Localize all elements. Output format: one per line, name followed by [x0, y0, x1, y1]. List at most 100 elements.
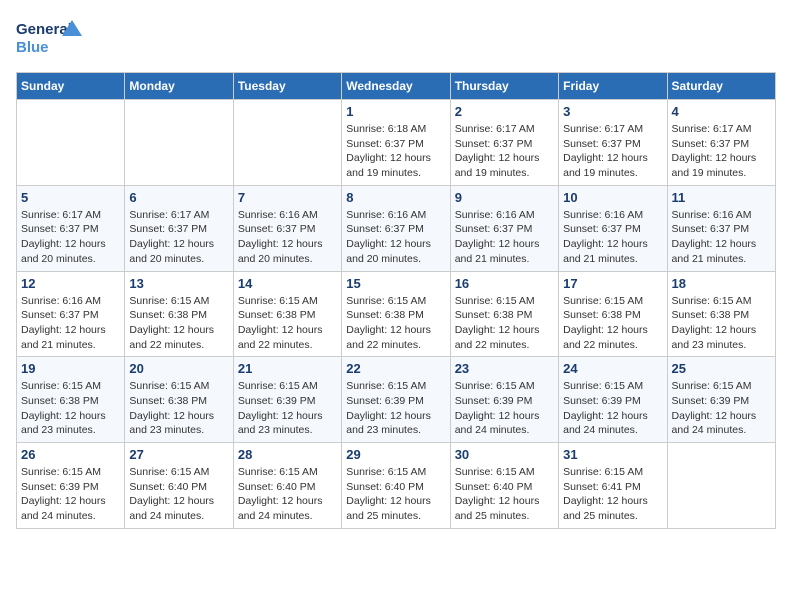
day-number: 4 [672, 104, 771, 119]
calendar-cell [17, 100, 125, 186]
calendar-cell: 10Sunrise: 6:16 AMSunset: 6:37 PMDayligh… [559, 185, 667, 271]
calendar-week-row: 12 Sunrise: 6:16 AMSunset: 6:37 PMDayligh… [17, 271, 776, 357]
calendar-cell: 11 Sunrise: 6:16 AMSunset: 6:37 PMDayligh… [667, 185, 775, 271]
day-number: 5 [21, 190, 120, 205]
calendar-cell: 9 Sunrise: 6:16 AMSunset: 6:37 PMDaylight… [450, 185, 558, 271]
day-info: Sunrise: 6:16 AMSunset: 6:37 PMDaylight:… [563, 208, 662, 267]
calendar-cell: 20 Sunrise: 6:15 AMSunset: 6:38 PMDayligh… [125, 357, 233, 443]
calendar-cell: 6Sunrise: 6:17 AMSunset: 6:37 PMDaylight… [125, 185, 233, 271]
day-info: Sunrise: 6:16 AMSunset: 6:37 PMDaylight:… [455, 208, 554, 267]
day-number: 25 [672, 361, 771, 376]
day-info: Sunrise: 6:15 AMSunset: 6:38 PMDaylight:… [563, 294, 662, 353]
day-info: Sunrise: 6:15 AMSunset: 6:41 PMDaylight:… [563, 465, 662, 524]
calendar-cell: 21 Sunrise: 6:15 AMSunset: 6:39 PMDayligh… [233, 357, 341, 443]
day-info: Sunrise: 6:15 AMSunset: 6:38 PMDaylight:… [129, 294, 228, 353]
calendar-cell: 26 Sunrise: 6:15 AMSunset: 6:39 PMDayligh… [17, 443, 125, 529]
calendar-cell: 14 Sunrise: 6:15 AMSunset: 6:38 PMDayligh… [233, 271, 341, 357]
calendar-cell [125, 100, 233, 186]
day-info: Sunrise: 6:15 AMSunset: 6:40 PMDaylight:… [129, 465, 228, 524]
day-number: 26 [21, 447, 120, 462]
day-info: Sunrise: 6:15 AMSunset: 6:38 PMDaylight:… [455, 294, 554, 353]
header-day: Saturday [667, 73, 775, 100]
day-info: Sunrise: 6:15 AMSunset: 6:38 PMDaylight:… [129, 379, 228, 438]
day-number: 27 [129, 447, 228, 462]
calendar-cell: 24 Sunrise: 6:15 AMSunset: 6:39 PMDayligh… [559, 357, 667, 443]
calendar-cell: 19Sunrise: 6:15 AMSunset: 6:38 PMDayligh… [17, 357, 125, 443]
calendar-week-row: 26 Sunrise: 6:15 AMSunset: 6:39 PMDayligh… [17, 443, 776, 529]
day-number: 22 [346, 361, 445, 376]
day-number: 11 [672, 190, 771, 205]
calendar-body: 1 Sunrise: 6:18 AMSunset: 6:37 PMDaylight… [17, 100, 776, 529]
calendar-table: SundayMondayTuesdayWednesdayThursdayFrid… [16, 72, 776, 529]
day-info: Sunrise: 6:17 AMSunset: 6:37 PMDaylight:… [672, 122, 771, 181]
day-number: 20 [129, 361, 228, 376]
calendar-cell [667, 443, 775, 529]
day-number: 1 [346, 104, 445, 119]
day-number: 18 [672, 276, 771, 291]
header-row: SundayMondayTuesdayWednesdayThursdayFrid… [17, 73, 776, 100]
calendar-cell: 12 Sunrise: 6:16 AMSunset: 6:37 PMDayligh… [17, 271, 125, 357]
calendar-week-row: 1 Sunrise: 6:18 AMSunset: 6:37 PMDaylight… [17, 100, 776, 186]
day-number: 13 [129, 276, 228, 291]
day-number: 15 [346, 276, 445, 291]
day-info: Sunrise: 6:15 AMSunset: 6:39 PMDaylight:… [21, 465, 120, 524]
day-number: 7 [238, 190, 337, 205]
calendar-cell: 5 Sunrise: 6:17 AMSunset: 6:37 PMDaylight… [17, 185, 125, 271]
day-info: Sunrise: 6:15 AMSunset: 6:40 PMDaylight:… [455, 465, 554, 524]
logo-svg: General Blue [16, 16, 86, 60]
header-day: Friday [559, 73, 667, 100]
day-info: Sunrise: 6:17 AMSunset: 6:37 PMDaylight:… [455, 122, 554, 181]
day-number: 29 [346, 447, 445, 462]
day-info: Sunrise: 6:17 AMSunset: 6:37 PMDaylight:… [129, 208, 228, 267]
svg-text:Blue: Blue [16, 39, 49, 56]
day-info: Sunrise: 6:15 AMSunset: 6:38 PMDaylight:… [21, 379, 120, 438]
day-number: 23 [455, 361, 554, 376]
calendar-cell: 18 Sunrise: 6:15 AMSunset: 6:38 PMDayligh… [667, 271, 775, 357]
day-info: Sunrise: 6:15 AMSunset: 6:39 PMDaylight:… [238, 379, 337, 438]
day-info: Sunrise: 6:16 AMSunset: 6:37 PMDaylight:… [672, 208, 771, 267]
calendar-cell: 1 Sunrise: 6:18 AMSunset: 6:37 PMDaylight… [342, 100, 450, 186]
day-info: Sunrise: 6:16 AMSunset: 6:37 PMDaylight:… [21, 294, 120, 353]
calendar-cell [233, 100, 341, 186]
calendar-cell: 29 Sunrise: 6:15 AMSunset: 6:40 PMDayligh… [342, 443, 450, 529]
day-number: 9 [455, 190, 554, 205]
day-number: 3 [563, 104, 662, 119]
day-number: 14 [238, 276, 337, 291]
day-info: Sunrise: 6:16 AMSunset: 6:37 PMDaylight:… [238, 208, 337, 267]
day-info: Sunrise: 6:17 AMSunset: 6:37 PMDaylight:… [563, 122, 662, 181]
day-info: Sunrise: 6:15 AMSunset: 6:40 PMDaylight:… [346, 465, 445, 524]
calendar-cell: 13 Sunrise: 6:15 AMSunset: 6:38 PMDayligh… [125, 271, 233, 357]
calendar-cell: 4 Sunrise: 6:17 AMSunset: 6:37 PMDaylight… [667, 100, 775, 186]
day-info: Sunrise: 6:15 AMSunset: 6:38 PMDaylight:… [238, 294, 337, 353]
day-number: 31 [563, 447, 662, 462]
day-number: 28 [238, 447, 337, 462]
calendar-cell: 28 Sunrise: 6:15 AMSunset: 6:40 PMDayligh… [233, 443, 341, 529]
header-day: Sunday [17, 73, 125, 100]
calendar-cell: 15Sunrise: 6:15 AMSunset: 6:38 PMDayligh… [342, 271, 450, 357]
day-info: Sunrise: 6:15 AMSunset: 6:39 PMDaylight:… [563, 379, 662, 438]
day-number: 12 [21, 276, 120, 291]
calendar-cell: 31 Sunrise: 6:15 AMSunset: 6:41 PMDayligh… [559, 443, 667, 529]
day-number: 30 [455, 447, 554, 462]
day-info: Sunrise: 6:17 AMSunset: 6:37 PMDaylight:… [21, 208, 120, 267]
day-info: Sunrise: 6:18 AMSunset: 6:37 PMDaylight:… [346, 122, 445, 181]
day-info: Sunrise: 6:15 AMSunset: 6:40 PMDaylight:… [238, 465, 337, 524]
calendar-cell: 22 Sunrise: 6:15 AMSunset: 6:39 PMDayligh… [342, 357, 450, 443]
calendar-cell: 7 Sunrise: 6:16 AMSunset: 6:37 PMDaylight… [233, 185, 341, 271]
day-number: 24 [563, 361, 662, 376]
day-info: Sunrise: 6:15 AMSunset: 6:39 PMDaylight:… [346, 379, 445, 438]
page-header: General Blue [16, 16, 776, 60]
calendar-week-row: 19Sunrise: 6:15 AMSunset: 6:38 PMDayligh… [17, 357, 776, 443]
logo: General Blue [16, 16, 86, 60]
calendar-cell: 25 Sunrise: 6:15 AMSunset: 6:39 PMDayligh… [667, 357, 775, 443]
header-day: Tuesday [233, 73, 341, 100]
calendar-week-row: 5 Sunrise: 6:17 AMSunset: 6:37 PMDaylight… [17, 185, 776, 271]
day-info: Sunrise: 6:15 AMSunset: 6:39 PMDaylight:… [672, 379, 771, 438]
day-number: 16 [455, 276, 554, 291]
calendar-cell: 17Sunrise: 6:15 AMSunset: 6:38 PMDayligh… [559, 271, 667, 357]
calendar-cell: 3 Sunrise: 6:17 AMSunset: 6:37 PMDaylight… [559, 100, 667, 186]
day-number: 2 [455, 104, 554, 119]
day-info: Sunrise: 6:15 AMSunset: 6:38 PMDaylight:… [672, 294, 771, 353]
day-number: 8 [346, 190, 445, 205]
day-number: 21 [238, 361, 337, 376]
